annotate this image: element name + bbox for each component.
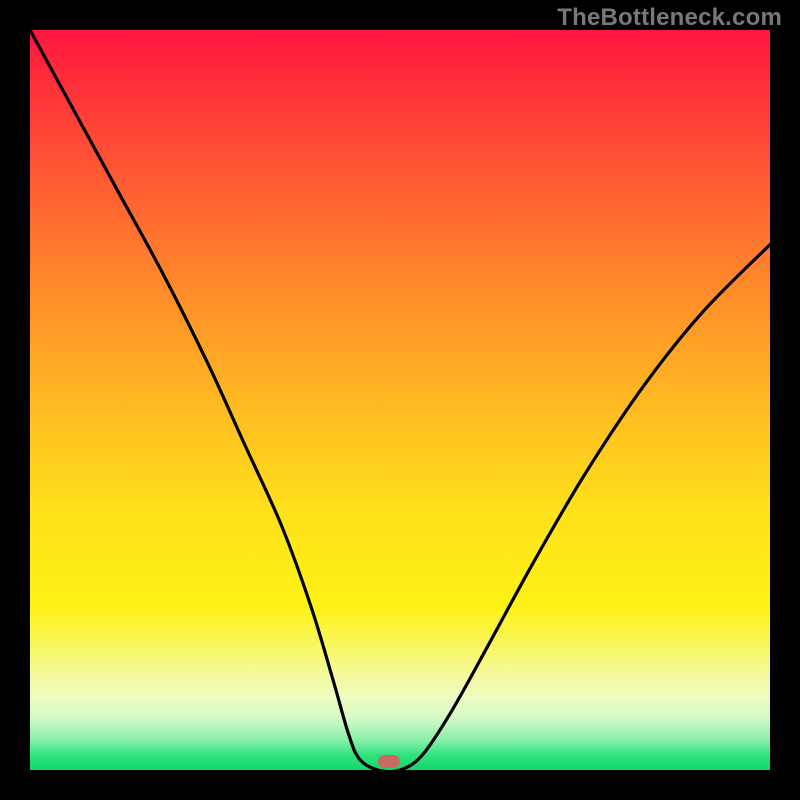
chart-frame: TheBottleneck.com — [0, 0, 800, 800]
watermark-text: TheBottleneck.com — [557, 4, 782, 32]
bottleneck-curve — [30, 30, 770, 770]
plot-area — [30, 30, 770, 770]
curve-path — [30, 30, 770, 770]
minimum-marker — [378, 755, 400, 768]
